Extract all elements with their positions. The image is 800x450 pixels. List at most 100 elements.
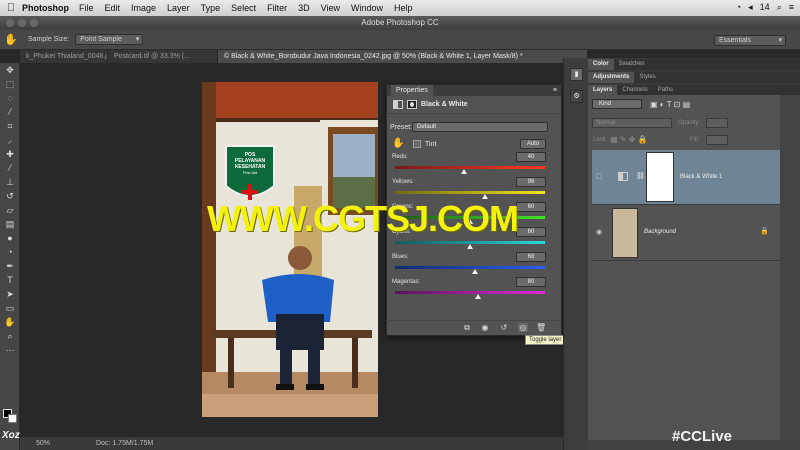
slider-value-field[interactable]: 96 xyxy=(516,177,546,187)
quick-select-tool-icon[interactable]: ⁄ xyxy=(0,105,20,119)
slider-value-field[interactable]: 80 xyxy=(516,277,546,287)
filter-icons[interactable]: ▣ ◐ T ⊡ ▤ xyxy=(650,100,690,109)
tab-styles[interactable]: Styles xyxy=(634,72,660,83)
history-brush-tool-icon[interactable]: ↺ xyxy=(0,189,20,203)
zoom-level[interactable]: 50% xyxy=(36,440,96,447)
sample-size-select[interactable]: Point Sample xyxy=(75,34,144,45)
shape-tool-icon[interactable]: ▭ xyxy=(0,301,20,315)
layers-scrollbar[interactable] xyxy=(780,95,800,440)
blend-mode-select[interactable]: Normal xyxy=(592,118,672,128)
layer-mask-icon[interactable] xyxy=(407,100,417,109)
slider-value-field[interactable]: 68 xyxy=(516,252,546,262)
lock-icons[interactable]: ▦ ✎ ✥ 🔒 xyxy=(610,135,648,144)
list-icon[interactable]: ≡ xyxy=(789,2,794,13)
hand-tool-icon[interactable]: ✋ xyxy=(0,315,20,329)
crop-tool-icon[interactable]: ⌗ xyxy=(0,119,20,133)
visibility-box[interactable]: ▢ xyxy=(596,172,605,181)
lasso-tool-icon[interactable]: ◌ xyxy=(0,91,20,105)
layer-mask-thumbnail[interactable] xyxy=(646,152,674,202)
adjustment-layer-icon[interactable] xyxy=(393,100,403,109)
hand-tool-icon[interactable]: ✋ xyxy=(0,33,22,46)
wifi-icon[interactable]: ◔ xyxy=(736,2,741,13)
menu-view[interactable]: View xyxy=(321,3,340,13)
zoom-window-button[interactable] xyxy=(30,19,38,27)
menu-type[interactable]: Type xyxy=(201,3,221,13)
tab-color[interactable]: Color xyxy=(588,59,614,70)
stamp-tool-icon[interactable]: ⊥ xyxy=(0,175,20,189)
calendar-date[interactable]: 14 xyxy=(760,2,770,13)
eye-visibility-icon[interactable]: ◎ xyxy=(518,323,528,332)
minimize-window-button[interactable] xyxy=(18,19,26,27)
opacity-field[interactable] xyxy=(706,118,728,128)
slider-thumb[interactable] xyxy=(471,269,478,274)
background-thumbnail[interactable] xyxy=(612,208,638,258)
preset-select[interactable]: Default xyxy=(412,122,548,132)
layer-name[interactable]: Black & White 1 xyxy=(680,174,722,180)
menu-file[interactable]: File xyxy=(79,3,94,13)
eyedropper-tool-icon[interactable]: ⸝ xyxy=(0,133,20,147)
link-icon[interactable]: ⛓ xyxy=(636,172,645,180)
clip-to-layer-icon[interactable]: ⧉ xyxy=(462,323,472,332)
menu-layer[interactable]: Layer xyxy=(167,3,190,13)
reset-icon[interactable]: ↺ xyxy=(499,323,509,332)
tab-properties[interactable]: Properties xyxy=(391,85,433,96)
menu-image[interactable]: Image xyxy=(131,3,156,13)
tab-postcard[interactable]: Postcard.tif @ 33.3% (... xyxy=(108,50,218,63)
dodge-tool-icon[interactable]: ◔ xyxy=(0,245,20,259)
layer-filter-select[interactable]: Kind xyxy=(592,99,642,109)
zoom-tool-icon[interactable]: ⌕ xyxy=(0,329,20,343)
slider-value-field[interactable]: 60 xyxy=(516,202,546,212)
tint-checkbox[interactable] xyxy=(413,140,421,148)
brush-tool-icon[interactable]: ⁄ xyxy=(0,161,20,175)
view-previous-state-icon[interactable]: ◉ xyxy=(480,323,490,332)
marquee-tool-icon[interactable]: ⬚ xyxy=(0,77,20,91)
menu-3d[interactable]: 3D xyxy=(298,3,310,13)
background-color-swatch[interactable] xyxy=(8,414,17,423)
close-window-button[interactable] xyxy=(6,19,14,27)
menu-edit[interactable]: Edit xyxy=(105,3,121,13)
properties-panel-icon[interactable]: ⚙ xyxy=(570,90,583,103)
eraser-tool-icon[interactable]: ▱ xyxy=(0,203,20,217)
layer-row-bw[interactable]: ▢ ⛓ Black & White 1 xyxy=(592,150,780,205)
slider-track[interactable] xyxy=(395,266,545,269)
menu-select[interactable]: Select xyxy=(231,3,256,13)
document-photo[interactable]: POS PELAYANAN KESEHATAN First Aid xyxy=(202,82,378,417)
menu-window[interactable]: Window xyxy=(351,3,383,13)
panel-menu-icon[interactable]: ≡ xyxy=(553,87,557,94)
slider-track[interactable] xyxy=(395,291,545,294)
search-icon[interactable]: ⌕ xyxy=(777,2,782,13)
tab-adjustments[interactable]: Adjustments xyxy=(588,72,635,83)
trash-icon[interactable]: 🗑 xyxy=(536,323,546,332)
menu-help[interactable]: Help xyxy=(394,3,413,13)
gradient-tool-icon[interactable]: ▤ xyxy=(0,217,20,231)
fill-field[interactable] xyxy=(706,135,728,145)
auto-button[interactable]: Auto xyxy=(520,139,546,149)
apple-icon[interactable]:  xyxy=(0,2,22,14)
tab-borobudur[interactable]: © Black & White_Borobudur Java Indonesia… xyxy=(218,50,588,63)
slider-thumb[interactable] xyxy=(474,294,481,299)
tab-swatches[interactable]: Swatches xyxy=(614,59,650,70)
targeted-adjustment-icon[interactable]: ✋ xyxy=(392,138,404,149)
layer-name[interactable]: Background xyxy=(644,229,676,235)
slider-value-field[interactable]: 60 xyxy=(516,227,546,237)
layer-row-background[interactable]: ◉ Background 🔒 xyxy=(592,206,780,261)
slider-track[interactable] xyxy=(395,166,545,169)
path-select-tool-icon[interactable]: ➤ xyxy=(0,287,20,301)
blur-tool-icon[interactable]: ● xyxy=(0,231,20,245)
type-tool-icon[interactable]: T xyxy=(0,273,20,287)
history-panel-icon[interactable]: ▮ xyxy=(570,68,583,81)
slider-thumb[interactable] xyxy=(461,169,467,174)
tab-phuket[interactable]: k_Phuket Thialand_0048.jpg xyxy=(20,50,108,63)
workspace-select[interactable]: Essentials xyxy=(714,35,786,46)
menu-app-name[interactable]: Photoshop xyxy=(22,3,69,13)
move-tool-icon[interactable]: ✥ xyxy=(0,63,20,77)
pen-tool-icon[interactable]: ✒ xyxy=(0,259,20,273)
slider-thumb[interactable] xyxy=(467,244,473,249)
volume-icon[interactable]: ◂ xyxy=(748,2,753,13)
more-tools-icon[interactable]: ⋯ xyxy=(0,343,20,357)
healing-tool-icon[interactable]: ✚ xyxy=(0,147,20,161)
menu-filter[interactable]: Filter xyxy=(267,3,287,13)
slider-track[interactable] xyxy=(395,191,545,194)
slider-value-field[interactable]: 40 xyxy=(516,152,546,162)
eye-icon[interactable]: ◉ xyxy=(596,228,605,237)
